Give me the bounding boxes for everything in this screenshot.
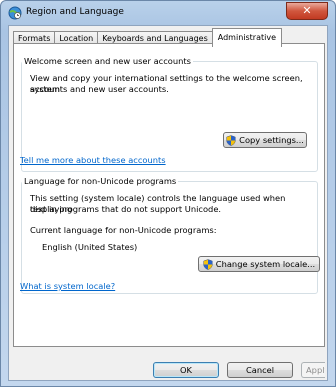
non-unicode-group: Language for non-Unicode programs This s…	[20, 176, 320, 294]
window-title: Region and Language	[26, 7, 124, 17]
tab-strip: Formats Location Keyboards and Languages…	[13, 28, 282, 47]
apply-button[interactable]: Apply	[301, 362, 325, 378]
change-system-locale-label: Change system locale...	[215, 259, 316, 269]
ok-button[interactable]: OK	[153, 362, 219, 378]
copy-settings-label: Copy settings...	[239, 135, 304, 145]
cancel-button[interactable]: Cancel	[227, 362, 293, 378]
cancel-label: Cancel	[245, 365, 275, 375]
current-language-value: English (United States)	[42, 242, 138, 252]
copy-settings-button[interactable]: Copy settings...	[223, 132, 307, 148]
globe-clock-icon	[8, 6, 22, 20]
what-is-system-locale-link[interactable]: What is system locale?	[20, 281, 115, 291]
close-icon: ✕	[302, 4, 312, 17]
non-unicode-description-line2: text in programs that do not support Uni…	[30, 204, 222, 214]
change-system-locale-button[interactable]: Change system locale...	[198, 256, 320, 272]
uac-shield-icon	[203, 258, 213, 270]
apply-label: Apply	[306, 365, 325, 375]
dialog-client-area: Formats Location Keyboards and Languages…	[8, 25, 328, 381]
current-language-label: Current language for non-Unicode program…	[30, 225, 217, 235]
title-bar[interactable]: Region and Language ✕	[1, 1, 335, 25]
welcome-screen-group: Welcome screen and new user accounts Vie…	[20, 56, 318, 172]
ok-label: OK	[180, 365, 192, 375]
administrative-panel: Welcome screen and new user accounts Vie…	[13, 43, 325, 347]
welcome-group-title: Welcome screen and new user accounts	[22, 56, 193, 66]
welcome-description-line2: accounts and new user accounts.	[30, 84, 169, 94]
close-button[interactable]: ✕	[286, 2, 328, 20]
non-unicode-group-title: Language for non-Unicode programs	[22, 176, 179, 186]
tab-administrative[interactable]: Administrative	[211, 28, 282, 47]
tell-me-more-link[interactable]: Tell me more about these accounts	[20, 155, 166, 165]
region-and-language-window: Region and Language ✕ Formats Location K…	[0, 0, 336, 387]
uac-shield-icon	[226, 134, 236, 146]
